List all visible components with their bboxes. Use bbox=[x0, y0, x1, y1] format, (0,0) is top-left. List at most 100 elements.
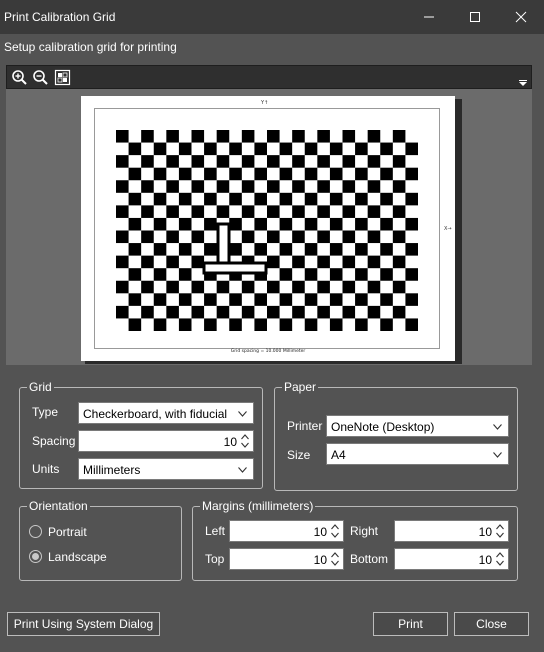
checker-square bbox=[141, 230, 154, 244]
spinner-arrows-icon[interactable] bbox=[495, 522, 505, 540]
checker-square bbox=[342, 255, 356, 269]
minimize-button[interactable] bbox=[406, 0, 452, 34]
toolbar-overflow-icon[interactable] bbox=[519, 80, 527, 86]
print-system-dialog-button[interactable]: Print Using System Dialog bbox=[7, 612, 160, 636]
checker-square bbox=[229, 293, 242, 306]
right-margin-stepper[interactable]: 10 bbox=[394, 520, 509, 542]
checker-square bbox=[241, 230, 255, 244]
printer-value: OneNote (Desktop) bbox=[331, 420, 435, 434]
left-margin-stepper[interactable]: 10 bbox=[229, 520, 344, 542]
checker-square bbox=[292, 130, 305, 143]
close-button[interactable]: Close bbox=[454, 612, 529, 636]
checker-square bbox=[216, 305, 230, 319]
checker-square bbox=[229, 318, 242, 331]
portrait-radio[interactable] bbox=[29, 525, 42, 538]
portrait-label[interactable]: Portrait bbox=[48, 525, 87, 539]
checker-square bbox=[267, 155, 280, 168]
checker-square bbox=[279, 243, 293, 256]
checker-square bbox=[355, 243, 368, 256]
checker-square bbox=[292, 155, 305, 168]
checker-square bbox=[241, 305, 255, 319]
checker-square bbox=[380, 142, 393, 156]
checker-square bbox=[392, 255, 406, 269]
checker-square bbox=[216, 155, 230, 168]
checker-square bbox=[342, 130, 356, 143]
minimize-icon bbox=[424, 16, 434, 18]
maximize-button[interactable] bbox=[452, 0, 498, 34]
checker-square bbox=[229, 167, 242, 181]
top-margin-value: 10 bbox=[313, 553, 327, 567]
bottom-margin-label: Bottom bbox=[350, 552, 389, 566]
checker-square bbox=[141, 130, 154, 143]
fit-page-icon[interactable] bbox=[54, 69, 71, 86]
units-select[interactable]: Millimeters bbox=[78, 458, 254, 480]
checker-square bbox=[392, 155, 406, 168]
print-preview: Y↑ X→ Grid spacing = 10.000 Millimeter bbox=[6, 89, 532, 365]
preview-toolbar bbox=[6, 65, 532, 89]
checker-square bbox=[254, 293, 267, 306]
checker-square bbox=[191, 255, 205, 269]
checker-square bbox=[392, 280, 406, 294]
checker-square bbox=[216, 130, 230, 143]
bottom-margin-stepper[interactable]: 10 bbox=[394, 548, 509, 570]
paper-size-select[interactable]: A4 bbox=[326, 443, 509, 465]
checker-square bbox=[304, 293, 318, 306]
checker-square bbox=[216, 205, 230, 218]
checker-square bbox=[292, 205, 305, 218]
checkerboard-grid bbox=[116, 130, 418, 331]
checker-square bbox=[342, 180, 356, 193]
grid-type-value: Checkerboard, with fiducial bbox=[83, 407, 228, 421]
close-window-button[interactable] bbox=[498, 0, 544, 34]
print-button[interactable]: Print bbox=[373, 612, 448, 636]
window-title: Print Calibration Grid bbox=[4, 10, 116, 24]
spinner-arrows-icon[interactable] bbox=[330, 522, 340, 540]
landscape-label[interactable]: Landscape bbox=[48, 550, 107, 564]
checker-square bbox=[405, 167, 418, 181]
checker-square bbox=[241, 180, 255, 193]
close-icon bbox=[515, 11, 527, 23]
spinner-arrows-icon[interactable] bbox=[330, 550, 340, 568]
checker-square bbox=[329, 293, 343, 306]
checker-square bbox=[392, 230, 406, 244]
checker-square bbox=[405, 243, 418, 256]
title-bar: Print Calibration Grid bbox=[0, 0, 544, 34]
top-margin-label: Top bbox=[205, 552, 225, 566]
units-label: Units bbox=[32, 462, 60, 476]
zoom-in-icon[interactable] bbox=[11, 69, 28, 86]
checker-square bbox=[267, 130, 280, 143]
grid-type-select[interactable]: Checkerboard, with fiducial bbox=[78, 402, 254, 424]
checker-square bbox=[229, 217, 242, 231]
checker-square bbox=[128, 167, 142, 181]
checker-square bbox=[392, 205, 406, 218]
zoom-out-icon[interactable] bbox=[32, 69, 49, 86]
checker-square bbox=[392, 130, 406, 143]
checker-square bbox=[254, 167, 267, 181]
checker-square bbox=[153, 217, 167, 231]
checker-square bbox=[141, 255, 154, 269]
checker-square bbox=[153, 243, 167, 256]
printer-select[interactable]: OneNote (Desktop) bbox=[326, 415, 509, 437]
checker-square bbox=[178, 318, 192, 331]
checker-square bbox=[367, 205, 381, 218]
checker-square bbox=[329, 268, 343, 281]
spinner-arrows-icon[interactable] bbox=[495, 550, 505, 568]
top-margin-stepper[interactable]: 10 bbox=[229, 548, 344, 570]
checker-square bbox=[405, 217, 418, 231]
checker-square bbox=[178, 167, 192, 181]
checker-square bbox=[380, 268, 393, 281]
spacing-stepper[interactable]: 10 bbox=[78, 430, 254, 452]
checker-square bbox=[329, 318, 343, 331]
orientation-group-title: Orientation bbox=[27, 499, 90, 513]
checker-square bbox=[392, 180, 406, 193]
checker-square bbox=[216, 180, 230, 193]
paper-size-value: A4 bbox=[331, 448, 346, 462]
checker-square bbox=[304, 142, 318, 156]
checker-square bbox=[317, 280, 330, 294]
checker-square bbox=[355, 217, 368, 231]
spinner-arrows-icon[interactable] bbox=[240, 432, 250, 450]
checker-square bbox=[380, 192, 393, 206]
checker-square bbox=[178, 293, 192, 306]
landscape-radio[interactable] bbox=[29, 550, 42, 563]
bottom-margin-value: 10 bbox=[478, 553, 492, 567]
checker-square bbox=[254, 318, 267, 331]
